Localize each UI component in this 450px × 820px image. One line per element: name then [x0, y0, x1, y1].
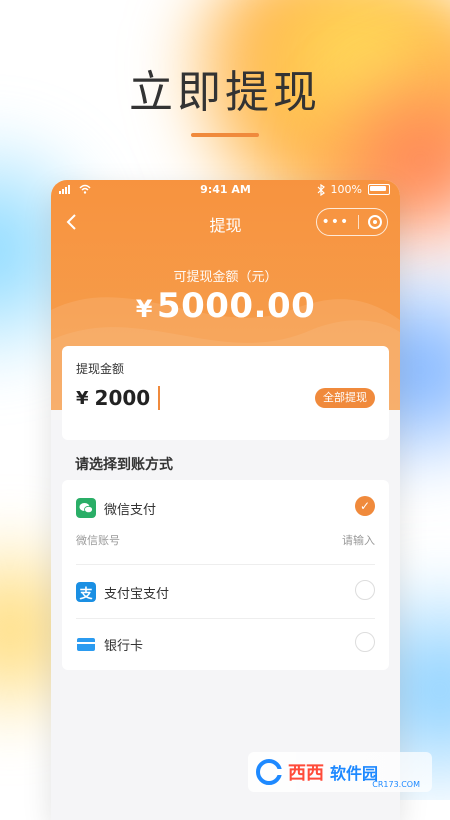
close-miniapp-button[interactable]: [368, 215, 383, 229]
available-amount-label: 可提现金额（元）: [173, 270, 278, 285]
payment-option-bank-card[interactable]: 银行卡: [62, 624, 389, 664]
bluetooth-icon: [317, 183, 325, 196]
battery-percent: 100%: [330, 183, 362, 196]
watermark-icon: [256, 759, 284, 785]
wechat-account-input[interactable]: 请输入: [342, 532, 375, 548]
text-caret: [158, 386, 161, 410]
available-currency: ¥: [135, 295, 153, 323]
payment-option-alipay[interactable]: 支 支付宝支付: [62, 572, 389, 612]
payment-label: 银行卡: [104, 639, 144, 654]
watermark-logo: 西西 软件园 CR173.COM: [248, 752, 432, 792]
amount-value: 2000: [94, 386, 151, 410]
withdraw-amount-card: 提现金额 ¥ 2000 全部提现: [62, 346, 389, 440]
payment-label: 微信支付: [104, 503, 157, 518]
withdraw-amount-input[interactable]: ¥ 2000: [76, 386, 161, 410]
radio-button[interactable]: [355, 580, 375, 600]
headline-underline: [191, 133, 259, 137]
phone-screen: 9:41 AM 100% 提现 ••• 可提现金额（元） ¥5000.00 提现…: [51, 180, 400, 820]
watermark-brand-1: 西西: [288, 763, 324, 784]
bank-card-icon: [76, 634, 96, 654]
watermark-site: CR173.COM: [372, 780, 420, 789]
wechat-pay-icon: [76, 498, 96, 518]
available-value: 5000.00: [156, 286, 316, 326]
more-options-button[interactable]: •••: [322, 214, 350, 230]
withdraw-amount-label: 提现金额: [76, 362, 125, 376]
capsule-divider: [358, 215, 360, 229]
divider: [76, 564, 375, 565]
divider: [76, 618, 375, 619]
payment-option-wechat[interactable]: 微信支付 ✓: [62, 488, 389, 528]
alipay-icon: 支: [76, 582, 96, 602]
wechat-account-row[interactable]: 微信账号 请输入: [76, 532, 375, 548]
navigation-bar: 提现 •••: [51, 204, 400, 240]
payment-method-title: 请选择到账方式: [75, 457, 173, 473]
status-bar: 9:41 AM 100%: [51, 180, 400, 200]
wechat-account-label: 微信账号: [76, 534, 120, 547]
promo-headline: 立即提现: [129, 67, 321, 118]
checkmark-icon: ✓: [355, 496, 375, 516]
available-amount: ¥5000.00: [51, 286, 400, 326]
battery-icon: [368, 184, 390, 195]
payment-label: 支付宝支付: [104, 587, 170, 602]
radio-button[interactable]: [355, 632, 375, 652]
withdraw-all-button[interactable]: 全部提现: [315, 388, 375, 408]
payment-methods-card: 微信支付 ✓ 微信账号 请输入 支 支付宝支付 银行卡: [62, 480, 389, 670]
amount-currency: ¥: [76, 387, 89, 409]
status-right: 100%: [317, 183, 390, 196]
miniapp-capsule: •••: [316, 208, 388, 236]
watermark-brand-2: 软件园: [330, 764, 379, 783]
